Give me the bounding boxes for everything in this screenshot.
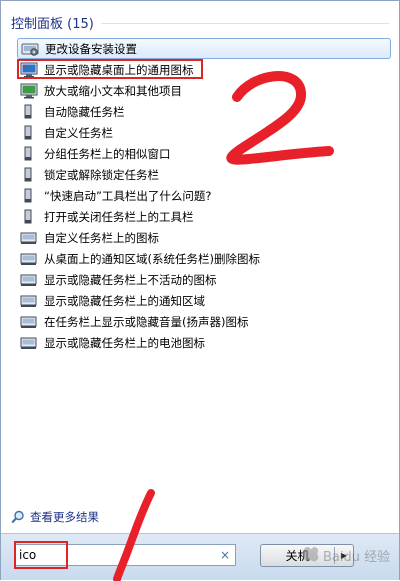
result-item[interactable]: 放大或缩小文本和其他项目 bbox=[17, 80, 391, 101]
watermark-text: Baidu 经验 bbox=[323, 549, 390, 565]
result-item[interactable]: 分组任务栏上的相似窗口 bbox=[17, 143, 391, 164]
result-item[interactable]: 锁定或解除锁定任务栏 bbox=[17, 164, 391, 185]
result-item[interactable]: 在任务栏上显示或隐藏音量(扬声器)图标 bbox=[17, 311, 391, 332]
result-item[interactable]: “快速启动”工具栏出了什么问题? bbox=[17, 185, 391, 206]
result-item[interactable]: 显示或隐藏任务栏上的电池图标 bbox=[17, 332, 391, 353]
notification-area-icon bbox=[20, 293, 38, 309]
result-label: 锁定或解除锁定任务栏 bbox=[44, 167, 159, 182]
notification-area-icon bbox=[20, 272, 38, 288]
taskbar-icon bbox=[20, 104, 38, 120]
result-item[interactable]: 显示或隐藏任务栏上不活动的图标 bbox=[17, 269, 391, 290]
highlight-box-search bbox=[14, 541, 68, 569]
result-label: 显示或隐藏任务栏上的电池图标 bbox=[44, 335, 205, 350]
result-label: 更改设备安装设置 bbox=[45, 41, 137, 56]
result-item[interactable]: 自定义任务栏上的图标 bbox=[17, 227, 391, 248]
taskbar-icon bbox=[20, 167, 38, 183]
result-item[interactable]: 显示或隐藏任务栏上的通知区域 bbox=[17, 290, 391, 311]
device-settings-icon bbox=[21, 41, 39, 57]
see-more-results-label: 查看更多结果 bbox=[30, 510, 99, 524]
search-results-list: 更改设备安装设置 显示或隐藏桌面上的通用图标 放大或缩小文本和其他项目 自动隐藏… bbox=[17, 38, 391, 353]
result-label: 打开或关闭任务栏上的工具栏 bbox=[44, 209, 194, 224]
taskbar-icon bbox=[20, 188, 38, 204]
notification-area-icon bbox=[20, 335, 38, 351]
taskbar-icon bbox=[20, 209, 38, 225]
result-label: 显示或隐藏任务栏上不活动的图标 bbox=[44, 272, 217, 287]
result-item[interactable]: 从桌面上的通知区域(系统任务栏)删除图标 bbox=[17, 248, 391, 269]
notification-area-icon bbox=[20, 251, 38, 267]
start-menu-search-panel: 控制面板 (15) 更改设备安装设置 显示或隐藏桌面上的通用图标 放大或缩小文本… bbox=[0, 0, 400, 581]
result-item[interactable]: 自动隐藏任务栏 bbox=[17, 101, 391, 122]
taskbar-icon bbox=[20, 125, 38, 141]
taskbar-icon bbox=[20, 146, 38, 162]
notification-area-icon bbox=[20, 314, 38, 330]
result-label: 自定义任务栏 bbox=[44, 125, 113, 140]
clear-search-icon[interactable]: × bbox=[220, 547, 230, 563]
see-more-results-link[interactable]: 查看更多结果 bbox=[11, 509, 99, 525]
result-label: 在任务栏上显示或隐藏音量(扬声器)图标 bbox=[44, 314, 249, 329]
highlight-box-result bbox=[17, 59, 203, 79]
result-item[interactable]: 更改设备安装设置 bbox=[17, 38, 391, 59]
result-label: 放大或缩小文本和其他项目 bbox=[44, 83, 182, 98]
notification-area-icon bbox=[20, 230, 38, 246]
result-label: “快速启动”工具栏出了什么问题? bbox=[44, 188, 212, 203]
display-monitor-icon bbox=[20, 83, 38, 99]
result-label: 分组任务栏上的相似窗口 bbox=[44, 146, 171, 161]
baidu-watermark: Baidu 经验 bbox=[303, 547, 390, 565]
search-icon bbox=[11, 510, 25, 524]
control-panel-group-header: 控制面板 (15) bbox=[11, 17, 94, 32]
result-item[interactable]: 打开或关闭任务栏上的工具栏 bbox=[17, 206, 391, 227]
header-divider bbox=[101, 23, 389, 24]
result-label: 从桌面上的通知区域(系统任务栏)删除图标 bbox=[44, 251, 260, 266]
result-label: 显示或隐藏任务栏上的通知区域 bbox=[44, 293, 205, 308]
result-label: 自定义任务栏上的图标 bbox=[44, 230, 159, 245]
result-item[interactable]: 自定义任务栏 bbox=[17, 122, 391, 143]
result-label: 自动隐藏任务栏 bbox=[44, 104, 125, 119]
